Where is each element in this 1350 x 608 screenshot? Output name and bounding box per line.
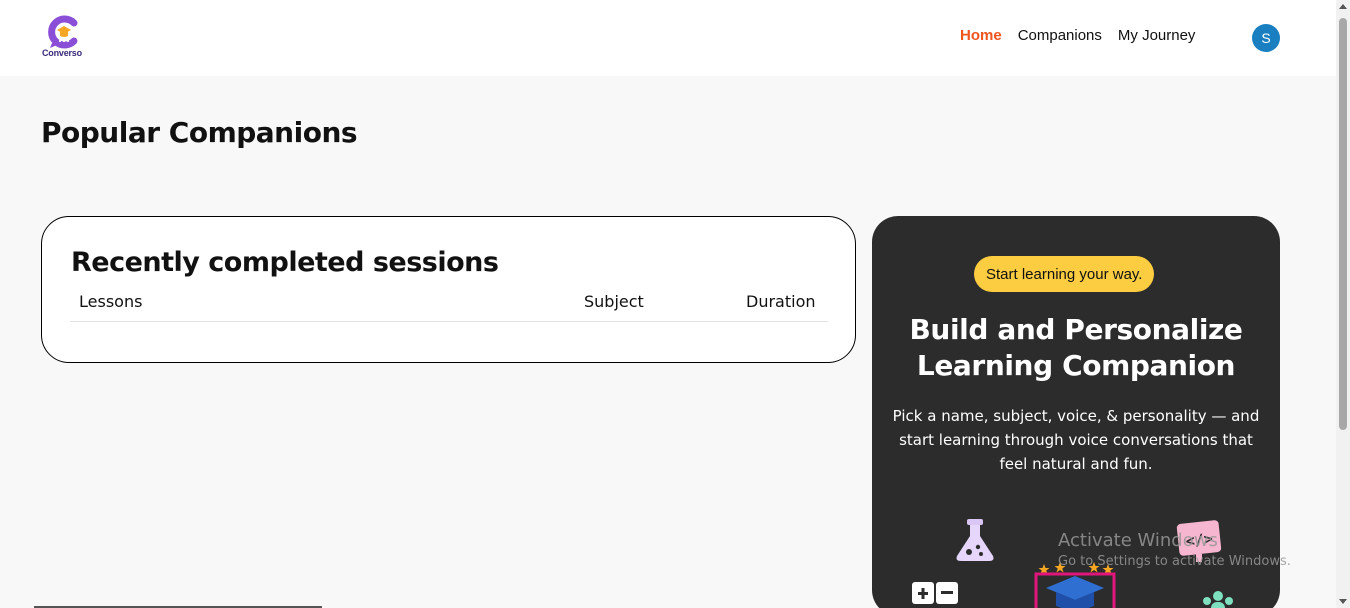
companion-cta-card: Start learning your way. Build and Perso… xyxy=(872,216,1280,608)
star-icon xyxy=(1088,562,1100,573)
scroll-down-arrow-icon[interactable] xyxy=(1339,599,1347,604)
vertical-scrollbar[interactable] xyxy=(1336,0,1350,608)
converso-logo-icon xyxy=(48,15,78,49)
calculator-icon xyxy=(912,582,958,604)
table-divider xyxy=(70,321,828,322)
people-icon xyxy=(1203,591,1233,608)
cta-title: Build and Personalize Learning Companion xyxy=(872,312,1280,384)
column-header-subject: Subject xyxy=(584,292,644,311)
converso-logo[interactable]: Converso xyxy=(42,15,88,61)
sessions-title: Recently completed sessions xyxy=(71,247,499,278)
svg-text:</>: </> xyxy=(1185,530,1214,551)
brand-name: Converso xyxy=(42,48,82,58)
code-icon: </> xyxy=(1176,520,1222,562)
cta-title-line-1: Build and Personalize xyxy=(909,313,1243,346)
flask-icon xyxy=(956,519,994,561)
user-avatar[interactable]: S xyxy=(1252,24,1280,52)
page-title: Popular Companions xyxy=(41,116,358,149)
cta-badge: Start learning your way. xyxy=(974,256,1155,292)
nav-link-companions[interactable]: Companions xyxy=(1018,27,1102,44)
scrollbar-thumb[interactable] xyxy=(1339,18,1347,430)
cta-title-line-2: Learning Companion xyxy=(916,349,1236,382)
main-nav: Home Companions My Journey xyxy=(960,27,1195,44)
recent-sessions-card: Recently completed sessions Lessons Subj… xyxy=(41,216,856,363)
nav-link-my-journey[interactable]: My Journey xyxy=(1118,27,1196,44)
navbar: Converso Home Companions My Journey S xyxy=(0,0,1336,76)
scroll-up-arrow-icon[interactable] xyxy=(1339,4,1347,9)
column-header-duration: Duration xyxy=(746,292,816,311)
nav-link-home[interactable]: Home xyxy=(960,27,1002,44)
star-icon xyxy=(1054,562,1066,573)
cta-description: Pick a name, subject, voice, & personali… xyxy=(892,407,1260,473)
column-header-lessons: Lessons xyxy=(79,292,143,311)
graduation-cap-icon xyxy=(1034,562,1116,608)
